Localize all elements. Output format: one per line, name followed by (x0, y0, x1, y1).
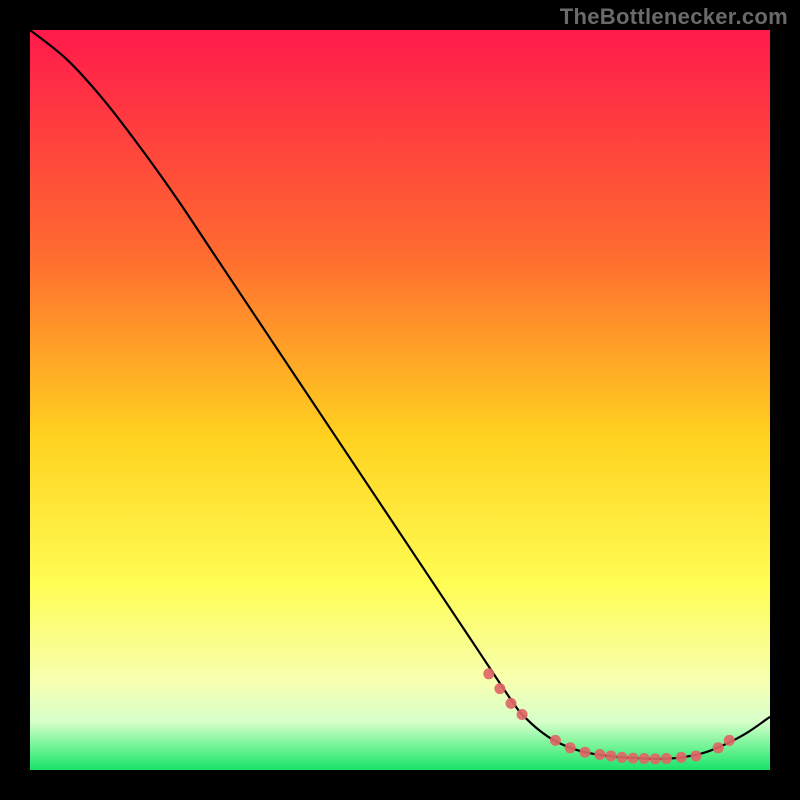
sample-point (650, 753, 661, 764)
watermark-label: TheBottlenecker.com (560, 4, 788, 30)
sample-point (517, 709, 528, 720)
sample-point (661, 753, 672, 764)
sample-point (617, 752, 628, 763)
sample-point (580, 747, 591, 758)
sample-point (594, 749, 605, 760)
sample-point (494, 683, 505, 694)
sample-point (676, 752, 687, 763)
sample-point (628, 753, 639, 764)
sample-point (565, 742, 576, 753)
sample-point (724, 735, 735, 746)
sample-point (639, 753, 650, 764)
sample-point (506, 698, 517, 709)
chart-frame: TheBottlenecker.com (0, 0, 800, 800)
chart-svg (30, 30, 770, 770)
sample-point (483, 668, 494, 679)
gradient-background (30, 30, 770, 770)
sample-point (691, 750, 702, 761)
sample-point (713, 742, 724, 753)
sample-point (605, 750, 616, 761)
plot-area (30, 30, 770, 770)
sample-point (550, 735, 561, 746)
